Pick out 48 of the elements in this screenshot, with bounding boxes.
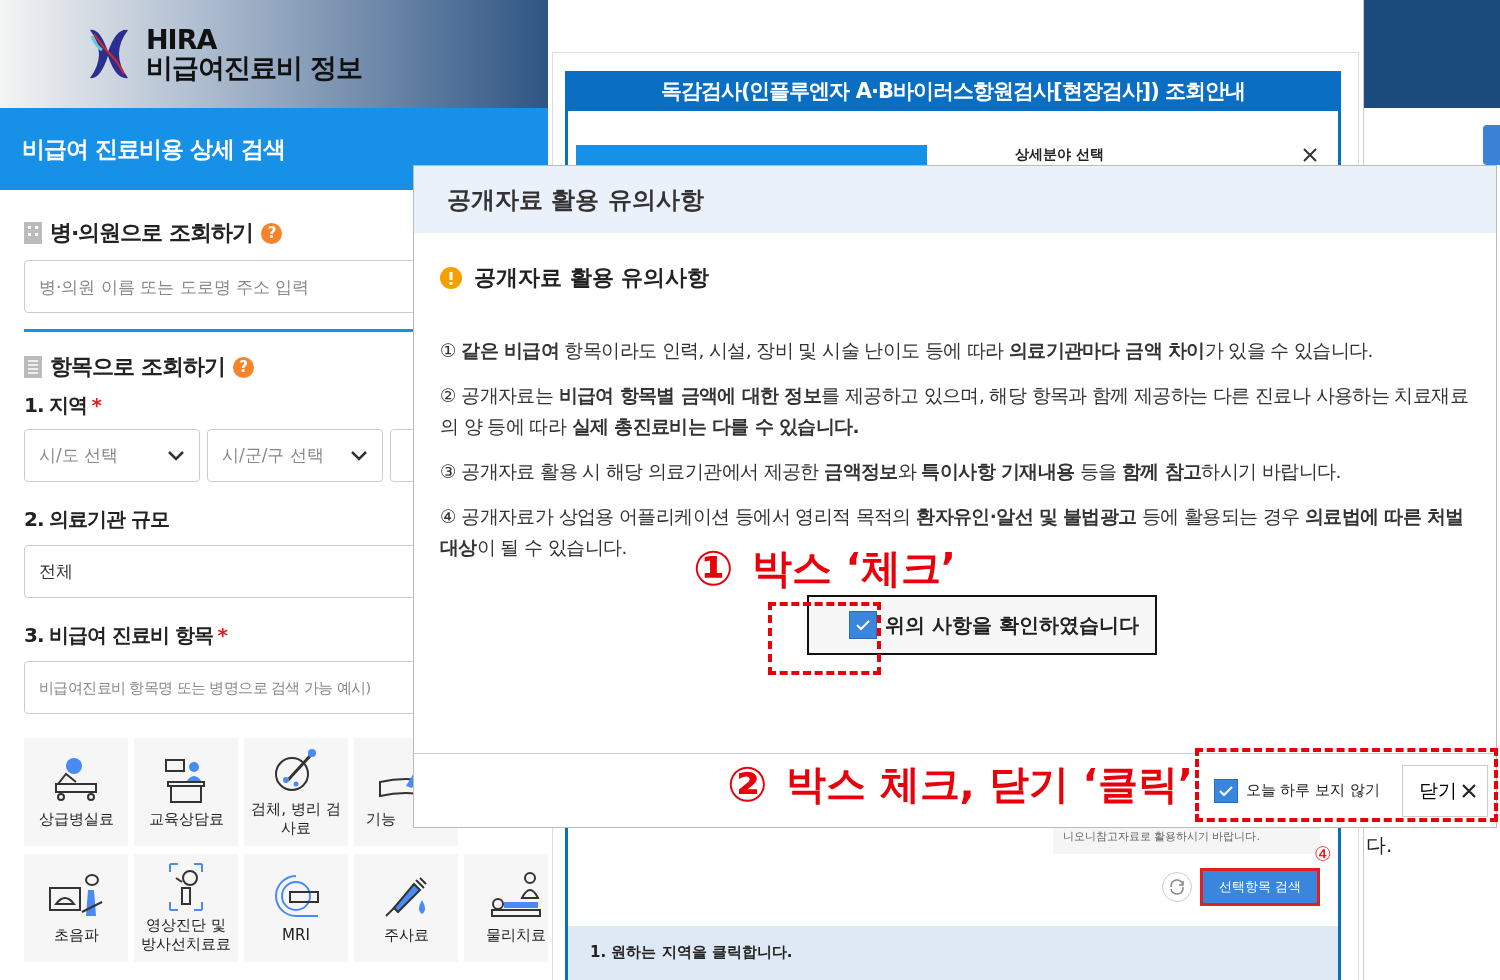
notice-text: ① 같은 비급여 항목이라도 인력, 시설, 장비 및 시술 난이도 등에 따라 의료기관마다 금액 차이가 있을 수 있습니다. xyxy=(440,339,1374,363)
category-tile[interactable]: 교육상담료 xyxy=(134,738,238,846)
category-tile[interactable]: 물리치료 xyxy=(464,854,548,962)
step-number: ② xyxy=(727,756,768,812)
field-label: 3. 비급여 진료비 항목 xyxy=(24,623,214,647)
body-text: 다. xyxy=(1365,832,1394,859)
checkbox-label: 위의 사항을 확인하였습니다 xyxy=(885,611,1139,639)
notice-heading: 공개자료 활용 유의사항 xyxy=(474,264,710,292)
step-text: 1. 원하는 지역을 클릭합니다. xyxy=(590,943,793,961)
warning-icon xyxy=(440,267,462,289)
close-button[interactable]: 닫기 xyxy=(1402,764,1488,817)
check-icon xyxy=(1217,784,1234,797)
required-mark: * xyxy=(91,393,101,417)
section-title: 병·의원으로 조회하기 xyxy=(50,219,254,247)
logo-subtitle: 비급여진료비 정보 xyxy=(146,54,363,83)
notice-text: ③ 공개자료 활용 시 해당 의료기관에서 제공한 금액정보와 특이사항 기재내용 등을 함께 참고하시기 바랍니다. xyxy=(440,460,1342,484)
annotation-text: 박스 체크, 닫기 ‘클릭’ xyxy=(785,759,1193,809)
category-tile[interactable]: 상급병실료 xyxy=(24,738,128,846)
dropdown[interactable]: 시/도 선택 xyxy=(24,429,200,482)
section-title: 항목으로 조회하기 xyxy=(50,353,225,381)
category-tile[interactable]: 초음파 xyxy=(24,854,128,962)
guide-title: 독감검사(인플루엔자 A·B바이러스항원검사[현장검사]) 조회안내 xyxy=(565,71,1341,111)
close-icon xyxy=(1461,782,1477,799)
building-icon xyxy=(24,222,42,244)
checkbox[interactable] xyxy=(1213,778,1238,803)
required-mark: * xyxy=(217,623,227,647)
category-tile[interactable]: 검체, 병리 검사료 xyxy=(244,738,348,846)
field-label: 2. 의료기관 규모 xyxy=(24,507,170,531)
notice-text: ② 공개자료는 비급여 항목별 금액에 대한 정보를 제공하고 있으며, 해당 항목과 함께 제공하는 다른 진료나 사용하는 치료재료의 양 등에 따라 실제 총진료비는 다를 수 있습니다. xyxy=(440,384,1469,439)
check-icon xyxy=(855,619,871,631)
checkbox-label: 오늘 하루 보지 않기 xyxy=(1245,781,1380,800)
close-icon xyxy=(1302,147,1318,163)
annotation-text: 박스 ‘체크’ xyxy=(751,543,956,593)
dialog-title: 공개자료 활용 유의사항 xyxy=(447,184,704,216)
page-title: 비급여 진료비용 상세 검색 xyxy=(22,134,286,164)
category-tile[interactable]: 주사료 xyxy=(354,854,458,962)
chevron-down-icon xyxy=(167,449,185,462)
field-label: 1. 지역 xyxy=(24,393,88,417)
checkbox[interactable] xyxy=(849,611,877,639)
category-tile[interactable]: 영상진단 및 방사선치료료 xyxy=(134,854,238,962)
document-icon xyxy=(24,356,42,378)
category-tile[interactable]: MRI xyxy=(244,854,348,962)
search-button[interactable]: 선택항목 검색 xyxy=(1199,868,1320,906)
logo-title: HIRA xyxy=(146,25,218,54)
chevron-down-icon xyxy=(350,449,368,462)
refresh-icon xyxy=(1167,878,1186,896)
panel-title: 상세분야 선택 xyxy=(1015,146,1105,164)
dropdown[interactable]: 시/군/구 선택 xyxy=(207,429,383,482)
